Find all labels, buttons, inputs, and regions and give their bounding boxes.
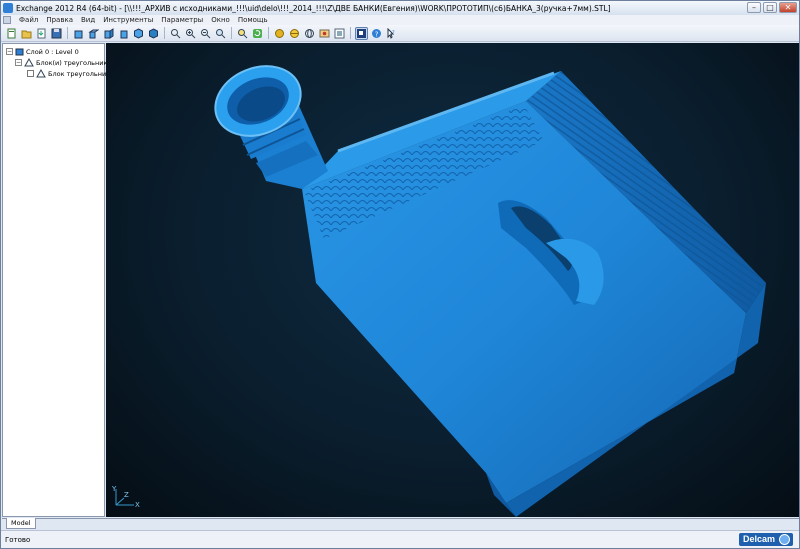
minimize-button[interactable]: – — [747, 2, 761, 13]
tree-item-blocks[interactable]: Блок(и) треугольников — [36, 59, 115, 67]
menu-view[interactable]: Вид — [81, 16, 95, 24]
delcam-logo: Delcam — [738, 533, 793, 546]
axis-x-label: X — [135, 501, 140, 509]
triangle-block-icon — [24, 58, 34, 67]
zoom-window-icon[interactable] — [214, 27, 227, 40]
canister-model — [214, 65, 766, 517]
menu-window[interactable]: Окно — [211, 16, 230, 24]
menu-file[interactable]: Файл — [19, 16, 38, 24]
title-bar[interactable]: Exchange 2012 R4 (64-bit) - [\\!!!_АРХИВ… — [1, 1, 799, 15]
cube-side-icon[interactable] — [102, 27, 115, 40]
axis-z-label: Z — [124, 491, 129, 499]
transparency-icon[interactable] — [333, 27, 346, 40]
refresh-icon[interactable] — [251, 27, 264, 40]
status-text: Готово — [5, 535, 31, 544]
cube-iso-icon[interactable] — [132, 27, 145, 40]
menu-tools[interactable]: Инструменты — [103, 16, 153, 24]
shaded-view-icon[interactable] — [355, 26, 368, 40]
wireframe-icon[interactable] — [303, 27, 316, 40]
main-toolbar: ? ? — [1, 25, 799, 42]
zoom-out-icon[interactable] — [199, 27, 212, 40]
svg-text:?: ? — [375, 30, 379, 38]
import-icon[interactable] — [35, 27, 48, 40]
app-icon — [3, 3, 13, 13]
axis-y-label: Y — [112, 485, 117, 493]
triangle-mesh-icon — [36, 69, 46, 78]
cube-iso2-icon[interactable] — [147, 27, 160, 40]
zoom-select-icon[interactable] — [236, 27, 249, 40]
cube-front-icon[interactable] — [72, 27, 85, 40]
svg-text:?: ? — [392, 30, 395, 36]
maximize-button[interactable]: □ — [763, 2, 777, 13]
context-help-icon[interactable]: ? — [385, 27, 398, 40]
axis-triad: X Y Z — [112, 485, 140, 509]
shade-edges-icon[interactable] — [288, 27, 301, 40]
menu-options[interactable]: Параметры — [161, 16, 203, 24]
collapse-toggle[interactable]: − — [6, 48, 13, 55]
cube-left-icon[interactable] — [117, 27, 130, 40]
zoom-fit-icon[interactable] — [169, 27, 182, 40]
open-folder-icon[interactable] — [20, 27, 33, 40]
collapse-toggle[interactable]: − — [15, 59, 22, 66]
help-icon[interactable]: ? — [370, 27, 383, 40]
cube-top-icon[interactable] — [87, 27, 100, 40]
material-icon[interactable] — [318, 27, 331, 40]
save-icon[interactable] — [50, 27, 63, 40]
brand-mark-icon — [779, 534, 790, 545]
model-tree-panel: − Слой 0 : Level 0 − Блок(и) треугольник… — [2, 43, 118, 517]
tree-item-layer[interactable]: Слой 0 : Level 0 — [26, 48, 79, 56]
layer-icon — [15, 48, 24, 56]
status-bar: Готово Delcam — [1, 530, 799, 548]
3d-viewport[interactable]: X Y Z — [106, 43, 799, 517]
brand-name: Delcam — [742, 534, 775, 544]
shade-icon[interactable] — [273, 27, 286, 40]
close-button[interactable]: ✕ — [779, 2, 797, 13]
app-window: Exchange 2012 R4 (64-bit) - [\\!!!_АРХИВ… — [0, 0, 800, 549]
menu-edit[interactable]: Правка — [46, 16, 73, 24]
visibility-checkbox[interactable] — [27, 70, 34, 77]
zoom-in-icon[interactable] — [184, 27, 197, 40]
tab-model[interactable]: Model — [6, 518, 36, 529]
menu-bar: Файл Правка Вид Инструменты Параметры Ок… — [1, 15, 799, 25]
new-icon[interactable] — [5, 27, 18, 40]
window-title: Exchange 2012 R4 (64-bit) - [\\!!!_АРХИВ… — [16, 3, 611, 13]
menu-help[interactable]: Помощь — [238, 16, 268, 24]
document-icon[interactable] — [3, 16, 11, 24]
view-tabs: Model — [2, 518, 799, 529]
